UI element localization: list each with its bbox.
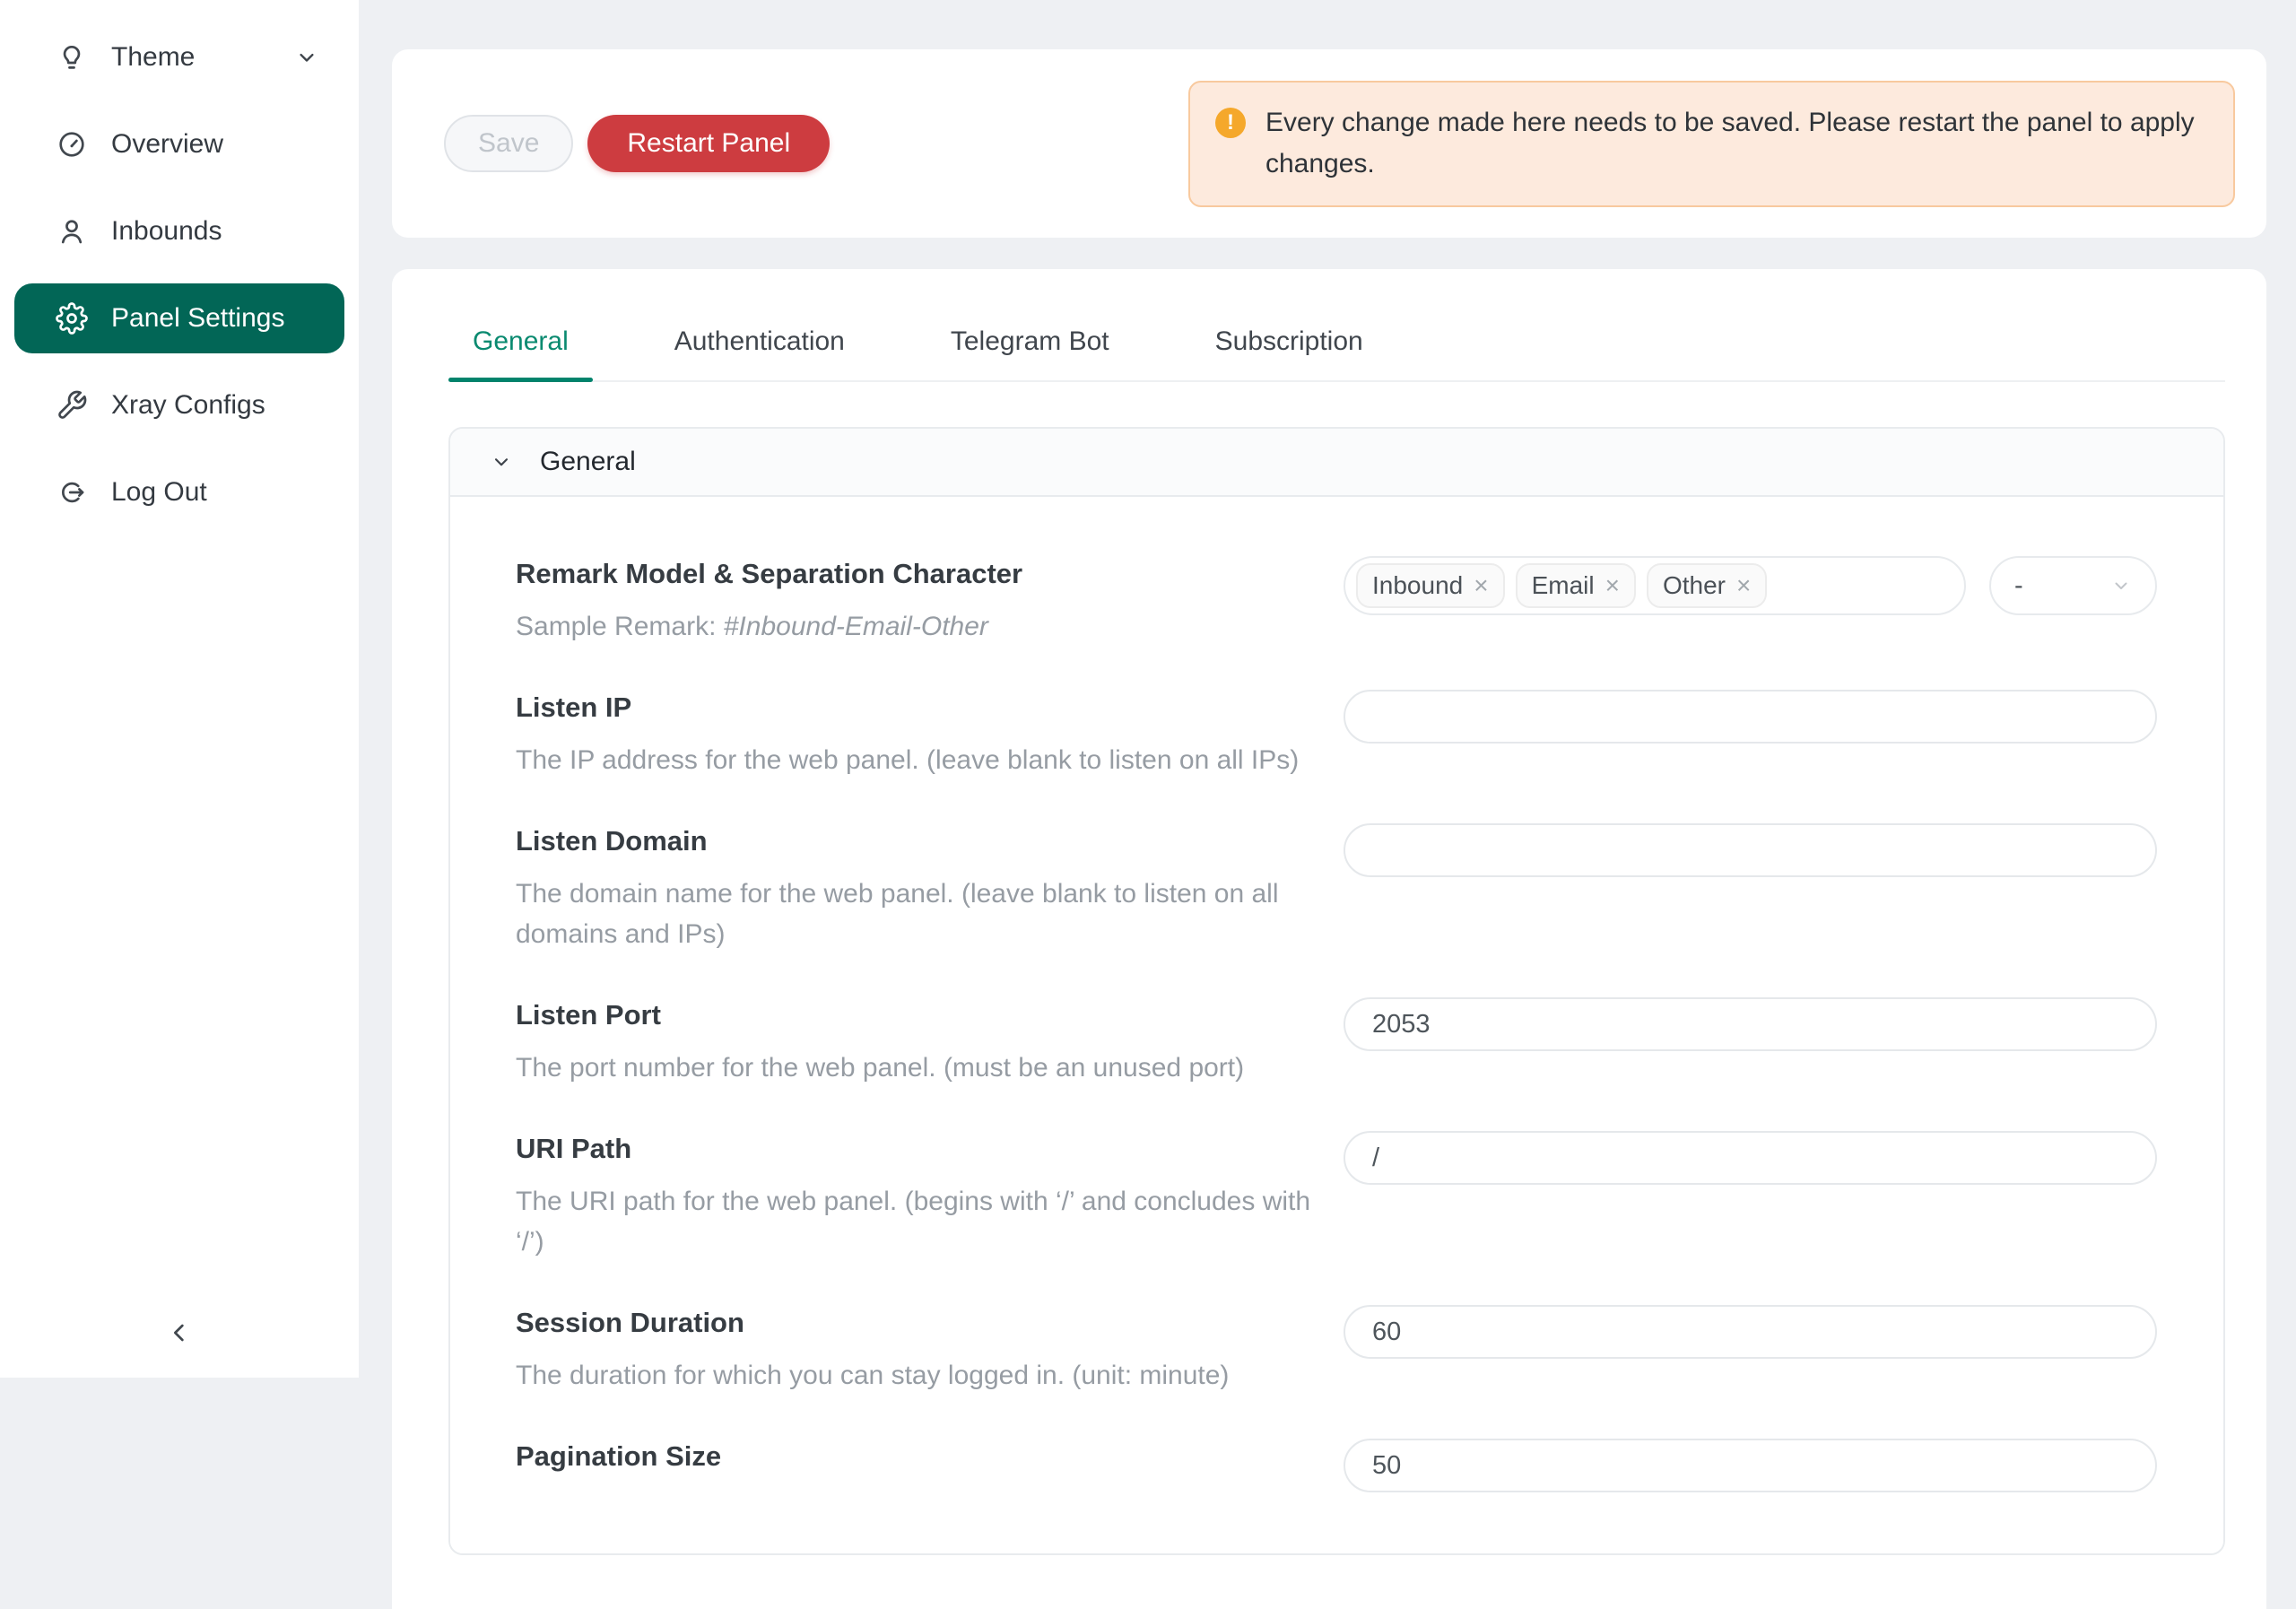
settings-card: General Authentication Telegram Bot Subscri… (392, 269, 2266, 1609)
actions-card: Save Restart Panel Every change made her… (392, 49, 2266, 238)
sidebar-menu: Theme Overview Inbounds Panel Settings X… (0, 0, 359, 550)
field-description: The domain name for the web panel. (leav… (516, 874, 1344, 954)
collapse-header[interactable]: General (450, 429, 2223, 497)
separator-value: - (2014, 571, 2023, 601)
form-row: Listen Port The port number for the web … (516, 997, 2157, 1088)
gear-icon (56, 302, 88, 335)
form-row: Session Duration The duration for which … (516, 1305, 2157, 1396)
collapse-body: Remark Model & Separation Character Samp… (450, 497, 2223, 1553)
remark-model-select[interactable]: Inbound × Email × Other × (1344, 556, 1966, 615)
alert-text: Every change made here needs to be saved… (1265, 102, 2208, 186)
sidebar-item-label: Panel Settings (111, 303, 284, 334)
main-content: Save Restart Panel Every change made her… (359, 0, 2296, 1378)
chevron-down-icon (490, 450, 513, 474)
sidebar-item-overview[interactable]: Overview (14, 109, 344, 179)
close-icon[interactable]: × (1605, 573, 1620, 598)
user-icon (56, 215, 88, 248)
warning-icon (1215, 108, 1246, 138)
restart-panel-button[interactable]: Restart Panel (587, 115, 830, 172)
session-duration-input[interactable] (1344, 1305, 2157, 1359)
field-label: Listen Domain (516, 825, 1344, 857)
listen-port-input[interactable] (1344, 997, 2157, 1051)
field-description: The duration for which you can stay logg… (516, 1355, 1229, 1396)
field-label: URI Path (516, 1133, 1344, 1165)
pagination-size-input[interactable] (1344, 1439, 2157, 1492)
close-icon[interactable]: × (1736, 573, 1751, 598)
sidebar-item-inbounds[interactable]: Inbounds (14, 196, 344, 266)
sidebar-item-xray-configs[interactable]: Xray Configs (14, 370, 344, 440)
actions-button-group: Save Restart Panel (444, 115, 830, 172)
chevron-down-icon (294, 45, 319, 70)
field-label: Remark Model & Separation Character (516, 558, 1022, 590)
tab-telegram-bot[interactable]: Telegram Bot (926, 326, 1134, 380)
chevron-left-icon (165, 1318, 194, 1347)
tabs-bar: General Authentication Telegram Bot Subscri… (448, 326, 2225, 382)
sidebar-item-label: Xray Configs (111, 390, 265, 421)
form-row: Listen Domain The domain name for the we… (516, 823, 2157, 954)
tab-authentication[interactable]: Authentication (650, 326, 869, 380)
sidebar-item-label: Theme (111, 42, 195, 73)
tab-general[interactable]: General (448, 326, 593, 380)
form-row: Listen IP The IP address for the web pan… (516, 690, 2157, 780)
sidebar: Theme Overview Inbounds Panel Settings X… (0, 0, 359, 1378)
sidebar-item-theme[interactable]: Theme (14, 22, 344, 92)
tag-other: Other × (1647, 563, 1767, 608)
logout-icon (56, 476, 88, 509)
wrench-icon (56, 389, 88, 422)
field-description: The IP address for the web panel. (leave… (516, 740, 1299, 780)
listen-domain-input[interactable] (1344, 823, 2157, 877)
tag-email: Email × (1516, 563, 1636, 608)
uri-path-input[interactable] (1344, 1131, 2157, 1185)
field-label: Listen IP (516, 691, 1299, 724)
field-description: The URI path for the web panel. (begins … (516, 1181, 1344, 1262)
tag-label: Other (1663, 571, 1726, 600)
sidebar-item-panel-settings[interactable]: Panel Settings (14, 283, 344, 353)
sidebar-item-label: Log Out (111, 477, 207, 508)
field-description: The port number for the web panel. (must… (516, 1048, 1244, 1088)
separator-select[interactable]: - (1989, 556, 2157, 615)
form-row: URI Path The URI path for the web panel.… (516, 1131, 2157, 1262)
tag-label: Inbound (1372, 571, 1463, 600)
save-button[interactable]: Save (444, 115, 573, 172)
general-collapse-panel: General Remark Model & Separation Charac… (448, 427, 2225, 1555)
sidebar-collapse-button[interactable] (158, 1311, 201, 1354)
sidebar-item-label: Overview (111, 129, 223, 160)
restart-warning-alert: Every change made here needs to be saved… (1188, 81, 2235, 207)
sidebar-item-log-out[interactable]: Log Out (14, 457, 344, 527)
sidebar-item-label: Inbounds (111, 216, 222, 247)
collapse-title: General (540, 447, 636, 477)
dashboard-icon (56, 128, 88, 161)
form-row: Remark Model & Separation Character Samp… (516, 556, 2157, 647)
listen-ip-input[interactable] (1344, 690, 2157, 744)
tag-label: Email (1532, 571, 1595, 600)
tag-inbound: Inbound × (1356, 563, 1505, 608)
field-label: Session Duration (516, 1307, 1229, 1339)
lightbulb-icon (56, 41, 88, 74)
field-label: Pagination Size (516, 1440, 721, 1473)
chevron-down-icon (2110, 575, 2132, 596)
field-label: Listen Port (516, 999, 1244, 1031)
close-icon[interactable]: × (1474, 573, 1488, 598)
tab-subscription[interactable]: Subscription (1191, 326, 1387, 380)
field-description: Sample Remark: #Inbound-Email-Other (516, 606, 1022, 647)
form-row: Pagination Size (516, 1439, 2157, 1492)
